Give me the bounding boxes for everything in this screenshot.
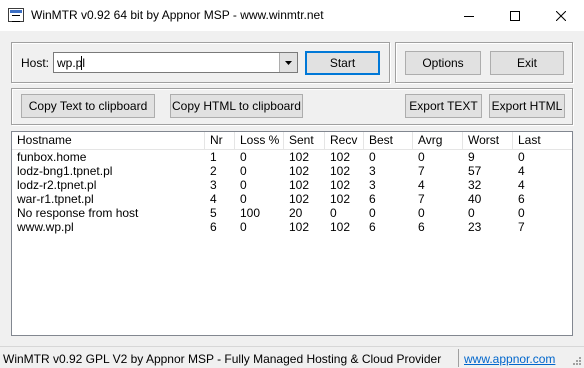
table-row[interactable]: war-r1.tpnet.pl 4 0 102 102 6 7 40 6 <box>12 192 572 206</box>
table-cell-worst: 32 <box>468 178 482 192</box>
table-row[interactable]: funbox.home 1 0 102 102 0 0 9 0 <box>12 150 572 164</box>
table-header: Hostname Nr Loss % Sent Recv Best Avrg Worst Las… <box>12 132 572 150</box>
table-row[interactable]: lodz-r2.tpnet.pl 3 0 102 102 3 4 32 4 <box>12 178 572 192</box>
table-cell-sent: 102 <box>289 178 310 192</box>
table-cell-loss: 0 <box>240 164 247 178</box>
app-icon <box>8 8 24 22</box>
column-header-nr[interactable]: Nr <box>205 132 235 149</box>
close-button[interactable] <box>538 0 584 31</box>
table-cell-last: 0 <box>518 150 525 164</box>
results-table[interactable]: Hostname Nr Loss % Sent Recv Best Avrg Worst Las… <box>11 131 573 336</box>
start-button[interactable]: Start <box>305 51 380 75</box>
table-cell-hostname: No response from host <box>17 206 139 220</box>
copy-text-button[interactable]: Copy Text to clipboard <box>21 94 155 118</box>
table-cell-sent: 102 <box>289 220 310 234</box>
column-header-recv[interactable]: Recv <box>325 132 364 149</box>
table-cell-nr: 2 <box>210 164 217 178</box>
table-cell-best: 6 <box>369 192 376 206</box>
table-row[interactable]: No response from host 5 100 20 0 0 0 0 0 <box>12 206 572 220</box>
table-cell-recv: 102 <box>330 150 351 164</box>
appnor-link[interactable]: www.appnor.com <box>464 352 555 366</box>
table-cell-best: 3 <box>369 164 376 178</box>
table-cell-worst: 23 <box>468 220 482 234</box>
table-cell-avrg: 7 <box>418 164 425 178</box>
column-header-loss[interactable]: Loss % <box>235 132 284 149</box>
table-cell-avrg: 7 <box>418 192 425 206</box>
table-cell-hostname: war-r1.tpnet.pl <box>17 192 94 206</box>
table-cell-nr: 5 <box>210 206 217 220</box>
table-cell-nr: 4 <box>210 192 217 206</box>
copy-html-button[interactable]: Copy HTML to clipboard <box>170 94 303 118</box>
table-cell-sent: 20 <box>289 206 303 220</box>
table-cell-sent: 102 <box>289 164 310 178</box>
table-cell-worst: 9 <box>468 150 475 164</box>
table-row[interactable]: www.wp.pl 6 0 102 102 6 6 23 7 <box>12 220 572 234</box>
window-title: WinMTR v0.92 64 bit by Appnor MSP - www.… <box>31 8 324 22</box>
status-text: WinMTR v0.92 GPL V2 by Appnor MSP - Full… <box>3 352 442 366</box>
table-cell-recv: 0 <box>330 206 337 220</box>
table-cell-recv: 102 <box>330 220 351 234</box>
exit-button[interactable]: Exit <box>490 51 564 75</box>
table-cell-worst: 0 <box>468 206 475 220</box>
table-cell-loss: 0 <box>240 220 247 234</box>
column-header-best[interactable]: Best <box>364 132 413 149</box>
table-cell-recv: 102 <box>330 178 351 192</box>
dropdown-button[interactable] <box>279 53 297 72</box>
table-cell-avrg: 0 <box>418 150 425 164</box>
table-cell-hostname: funbox.home <box>17 150 87 164</box>
table-cell-best: 3 <box>369 178 376 192</box>
host-combobox[interactable]: wp.pl <box>53 52 298 73</box>
column-header-last[interactable]: Last <box>513 132 572 149</box>
table-cell-loss: 0 <box>240 192 247 206</box>
column-header-avrg[interactable]: Avrg <box>413 132 463 149</box>
table-cell-best: 0 <box>369 150 376 164</box>
options-button[interactable]: Options <box>405 51 481 75</box>
table-cell-hostname: www.wp.pl <box>17 220 74 234</box>
close-icon <box>556 10 566 21</box>
table-cell-hostname: lodz-r2.tpnet.pl <box>17 178 97 192</box>
table-cell-recv: 102 <box>330 192 351 206</box>
table-cell-sent: 102 <box>289 192 310 206</box>
table-cell-loss: 0 <box>240 150 247 164</box>
text-caret <box>81 56 82 70</box>
table-cell-recv: 102 <box>330 164 351 178</box>
table-cell-avrg: 4 <box>418 178 425 192</box>
host-label: Host: <box>21 56 50 70</box>
table-cell-loss: 100 <box>240 206 261 220</box>
chevron-down-icon <box>285 60 292 65</box>
table-cell-avrg: 6 <box>418 220 425 234</box>
table-cell-last: 0 <box>518 206 525 220</box>
status-divider <box>458 349 459 367</box>
export-text-button[interactable]: Export TEXT <box>405 94 482 118</box>
table-cell-nr: 1 <box>210 150 217 164</box>
maximize-icon <box>510 10 520 21</box>
table-cell-nr: 3 <box>210 178 217 192</box>
maximize-button[interactable] <box>492 0 538 31</box>
table-cell-nr: 6 <box>210 220 217 234</box>
table-cell-worst: 57 <box>468 164 482 178</box>
table-cell-last: 4 <box>518 178 525 192</box>
table-cell-loss: 0 <box>240 178 247 192</box>
minimize-icon <box>464 15 474 17</box>
table-cell-hostname: lodz-bng1.tpnet.pl <box>17 164 113 178</box>
table-cell-last: 6 <box>518 192 525 206</box>
table-cell-best: 0 <box>369 206 376 220</box>
table-cell-last: 7 <box>518 220 525 234</box>
table-cell-best: 6 <box>369 220 376 234</box>
column-header-hostname[interactable]: Hostname <box>12 132 205 149</box>
title-bar: WinMTR v0.92 64 bit by Appnor MSP - www.… <box>0 0 584 31</box>
table-cell-avrg: 0 <box>418 206 425 220</box>
column-header-worst[interactable]: Worst <box>463 132 513 149</box>
export-html-button[interactable]: Export HTML <box>489 94 565 118</box>
status-bar: WinMTR v0.92 GPL V2 by Appnor MSP - Full… <box>0 346 584 368</box>
table-cell-worst: 40 <box>468 192 482 206</box>
table-row[interactable]: lodz-bng1.tpnet.pl 2 0 102 102 3 7 57 4 <box>12 164 572 178</box>
table-cell-last: 4 <box>518 164 525 178</box>
resize-grip-icon[interactable] <box>572 356 582 366</box>
table-cell-sent: 102 <box>289 150 310 164</box>
column-header-sent[interactable]: Sent <box>284 132 325 149</box>
minimize-button[interactable] <box>446 0 492 31</box>
